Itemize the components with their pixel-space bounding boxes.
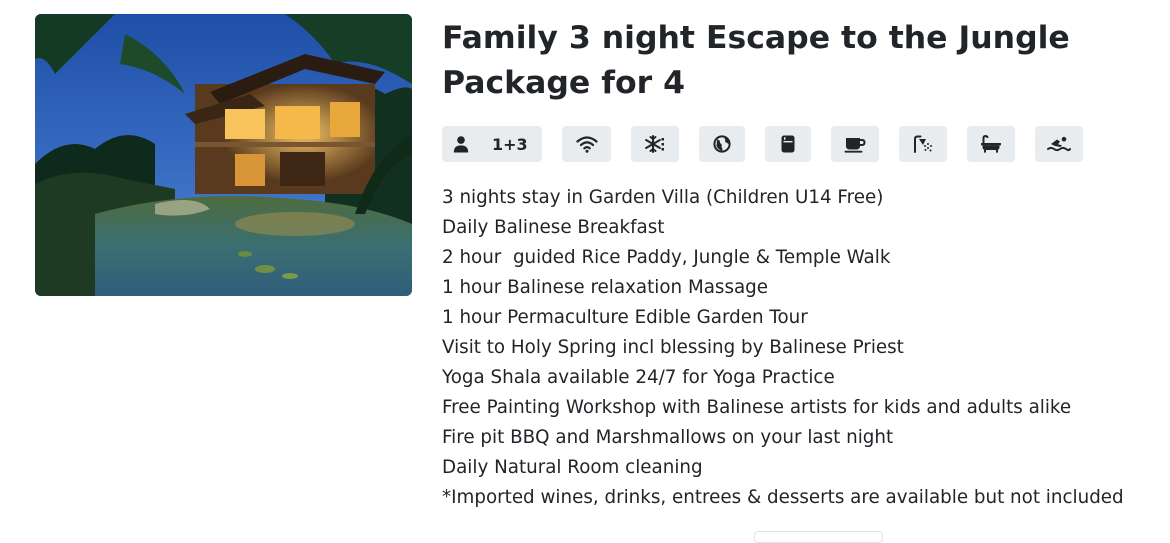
feature-item: 3 nights stay in Garden Villa (Children … (442, 187, 884, 208)
shower-icon (913, 135, 933, 153)
feature-item: *Imported wines, drinks, entrees & desse… (442, 487, 1124, 508)
bathtub-icon (980, 135, 1002, 153)
amenities-bar: 1+3 (442, 126, 1083, 162)
wifi-amenity (562, 126, 611, 162)
feature-item: 1 hour Permaculture Edible Garden Tour (442, 307, 808, 328)
globe-icon (713, 135, 731, 153)
wifi-icon (575, 135, 598, 153)
villa-photo-illustration (35, 14, 412, 296)
coffee-icon (844, 135, 866, 153)
shower-amenity (899, 126, 947, 162)
coffee-amenity (831, 126, 879, 162)
package-photo[interactable] (35, 14, 412, 296)
guest-count-badge: 1+3 (442, 126, 542, 162)
package-features-list: 3 nights stay in Garden Villa (Children … (442, 183, 1124, 513)
air-conditioning-amenity (631, 126, 679, 162)
package-title: Family 3 night Escape to the Jungle Pack… (442, 20, 1070, 101)
feature-item: Fire pit BBQ and Marshmallows on your la… (442, 427, 894, 448)
guest-count-text: 1+3 (492, 134, 528, 154)
globe-amenity (699, 126, 745, 162)
feature-item: Yoga Shala available 24/7 for Yoga Pract… (442, 367, 835, 388)
feature-item: 2 hour guided Rice Paddy, Jungle & Templ… (442, 247, 891, 268)
guest-icon (452, 135, 470, 153)
swimming-pool-icon (1047, 136, 1071, 152)
feature-item: Daily Natural Room cleaning (442, 457, 703, 478)
air-conditioning-icon (644, 134, 666, 154)
mini-fridge-icon (781, 135, 795, 153)
feature-item: Daily Balinese Breakfast (442, 217, 665, 238)
swimming-pool-amenity (1035, 126, 1083, 162)
cut-off-button[interactable] (754, 531, 883, 543)
feature-item: Visit to Holy Spring incl blessing by Ba… (442, 337, 904, 358)
bathtub-amenity (967, 126, 1015, 162)
feature-item: Free Painting Workshop with Balinese art… (442, 397, 1072, 418)
mini-fridge-amenity (765, 126, 811, 162)
feature-item: 1 hour Balinese relaxation Massage (442, 277, 769, 298)
